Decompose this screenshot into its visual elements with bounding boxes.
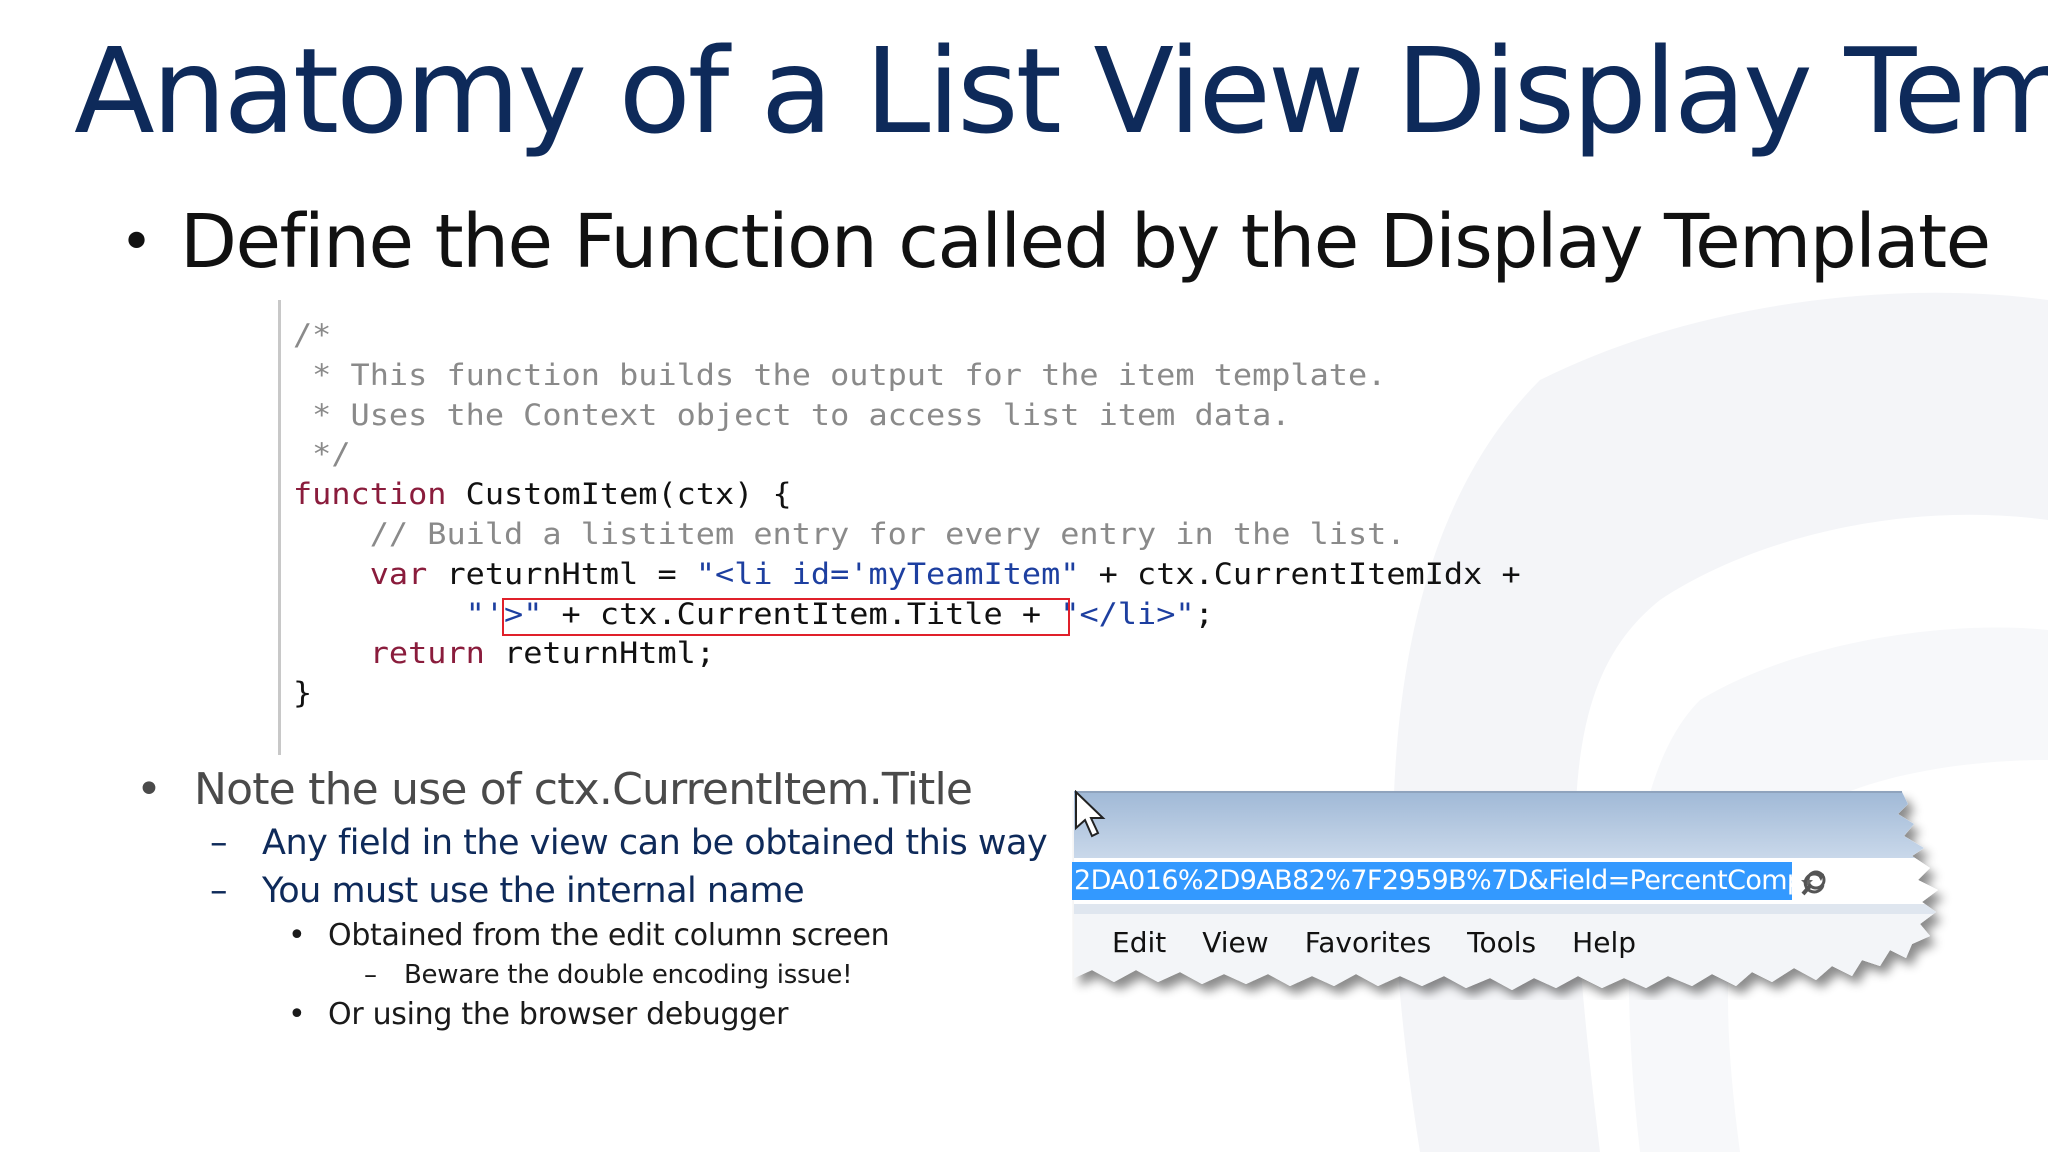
sub-bullet-2: – You must use the internal name (210, 868, 805, 914)
code-line-10: } (293, 676, 313, 711)
code-line-5: function CustomItem(ctx) { (293, 477, 792, 512)
code-line-4: */ (293, 437, 351, 472)
browser-screenshot-clip: 2DA016%2D9AB82%7F2959B%7D&Field=PercentC… (1072, 790, 1962, 1000)
dash-glyph: – (210, 871, 228, 911)
address-bar-icons (1799, 868, 1839, 900)
note-text: Note the use of ctx.CurrentItem.Title (194, 764, 973, 815)
note-bullet: • Note the use of ctx.CurrentItem.Title (136, 762, 973, 818)
highlight-box (502, 598, 1070, 636)
browser-menubar: Edit View Favorites Tools Help (1112, 926, 1672, 959)
code-line-7: var returnHtml = "<li id='myTeamItem" + … (369, 556, 1521, 591)
sub-bullet-text: You must use the internal name (262, 871, 805, 911)
menu-item-favorites[interactable]: Favorites (1305, 926, 1431, 959)
address-bar[interactable]: 2DA016%2D9AB82%7F2959B%7D&Field=PercentC… (1072, 860, 1792, 902)
address-bar-text[interactable]: 2DA016%2D9AB82%7F2959B%7D&Field=PercentC… (1072, 862, 1792, 900)
sub-sub-bullet-text: Or using the browser debugger (328, 997, 789, 1032)
sub-sub-bullet-text: Obtained from the edit column screen (328, 918, 890, 953)
code-snippet: /* * This function builds the output for… (278, 300, 1521, 755)
menu-item-tools[interactable]: Tools (1467, 926, 1536, 959)
dash-glyph: – (210, 823, 228, 863)
dash-glyph: – (364, 960, 377, 990)
sub-bullet-text: Any field in the view can be obtained th… (262, 823, 1048, 863)
level4-bullet: – Beware the double encoding issue! (364, 958, 852, 992)
menu-item-help[interactable]: Help (1572, 926, 1636, 959)
code-line-2: * This function builds the output for th… (293, 357, 1387, 392)
code-block: /* * This function builds the output for… (293, 316, 1521, 714)
menu-item-edit[interactable]: Edit (1112, 926, 1166, 959)
code-line-3: * Uses the Context object to access list… (293, 397, 1291, 432)
bullet-glyph: • (136, 764, 162, 815)
main-bullet-text: Define the Function called by the Displa… (180, 199, 1991, 285)
bullet-glyph: • (120, 210, 153, 275)
level4-text: Beware the double encoding issue! (404, 960, 853, 990)
sub-sub-bullet-1: • Obtained from the edit column screen (288, 916, 890, 956)
slide-title: Anatomy of a List View Display Template (74, 22, 2048, 160)
bullet-glyph: • (288, 918, 306, 953)
code-line-6: // Build a listitem entry for every entr… (293, 516, 1406, 551)
slide: Anatomy of a List View Display Template … (0, 0, 2048, 1152)
mouse-pointer-icon (1075, 790, 1106, 838)
main-bullet: • Define the Function called by the Displ… (120, 199, 1991, 285)
menu-item-view[interactable]: View (1202, 926, 1268, 959)
code-line-9: return returnHtml; (369, 636, 716, 671)
sub-sub-bullet-2: • Or using the browser debugger (288, 995, 788, 1035)
sub-bullet-1: – Any field in the view can be obtained t… (210, 820, 1048, 866)
code-line-1: /* (293, 318, 332, 352)
bullet-glyph: • (288, 997, 306, 1032)
